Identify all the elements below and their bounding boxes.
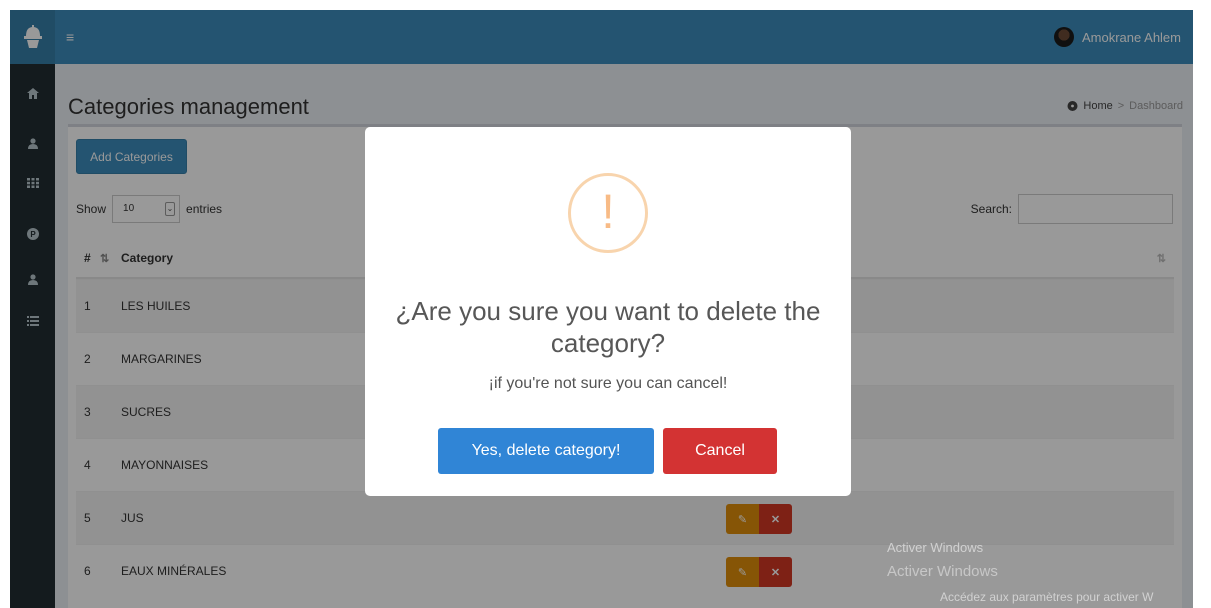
confirm-dialog: ! ¿Are you sure you want to delete the c… [365,127,851,496]
cancel-button[interactable]: Cancel [663,428,777,474]
warning-icon: ! [568,173,648,253]
windows-watermark-line: Activer Windows [887,540,984,555]
dialog-title: ¿Are you sure you want to delete the cat… [395,296,821,358]
windows-watermark-line: Activer Windows [887,563,998,580]
confirm-delete-button[interactable]: Yes, delete category! [438,428,654,474]
dialog-text: ¡if you're not sure you can cancel! [488,375,728,392]
app-window: ≡ Amokrane Ahlem P Categories management [10,10,1193,608]
modal-backdrop[interactable]: ! ¿Are you sure you want to delete the c… [10,10,1193,608]
windows-watermark-line: Accédez aux paramètres pour activer W [940,590,1154,604]
warning-icon-glyph: ! [601,186,615,239]
